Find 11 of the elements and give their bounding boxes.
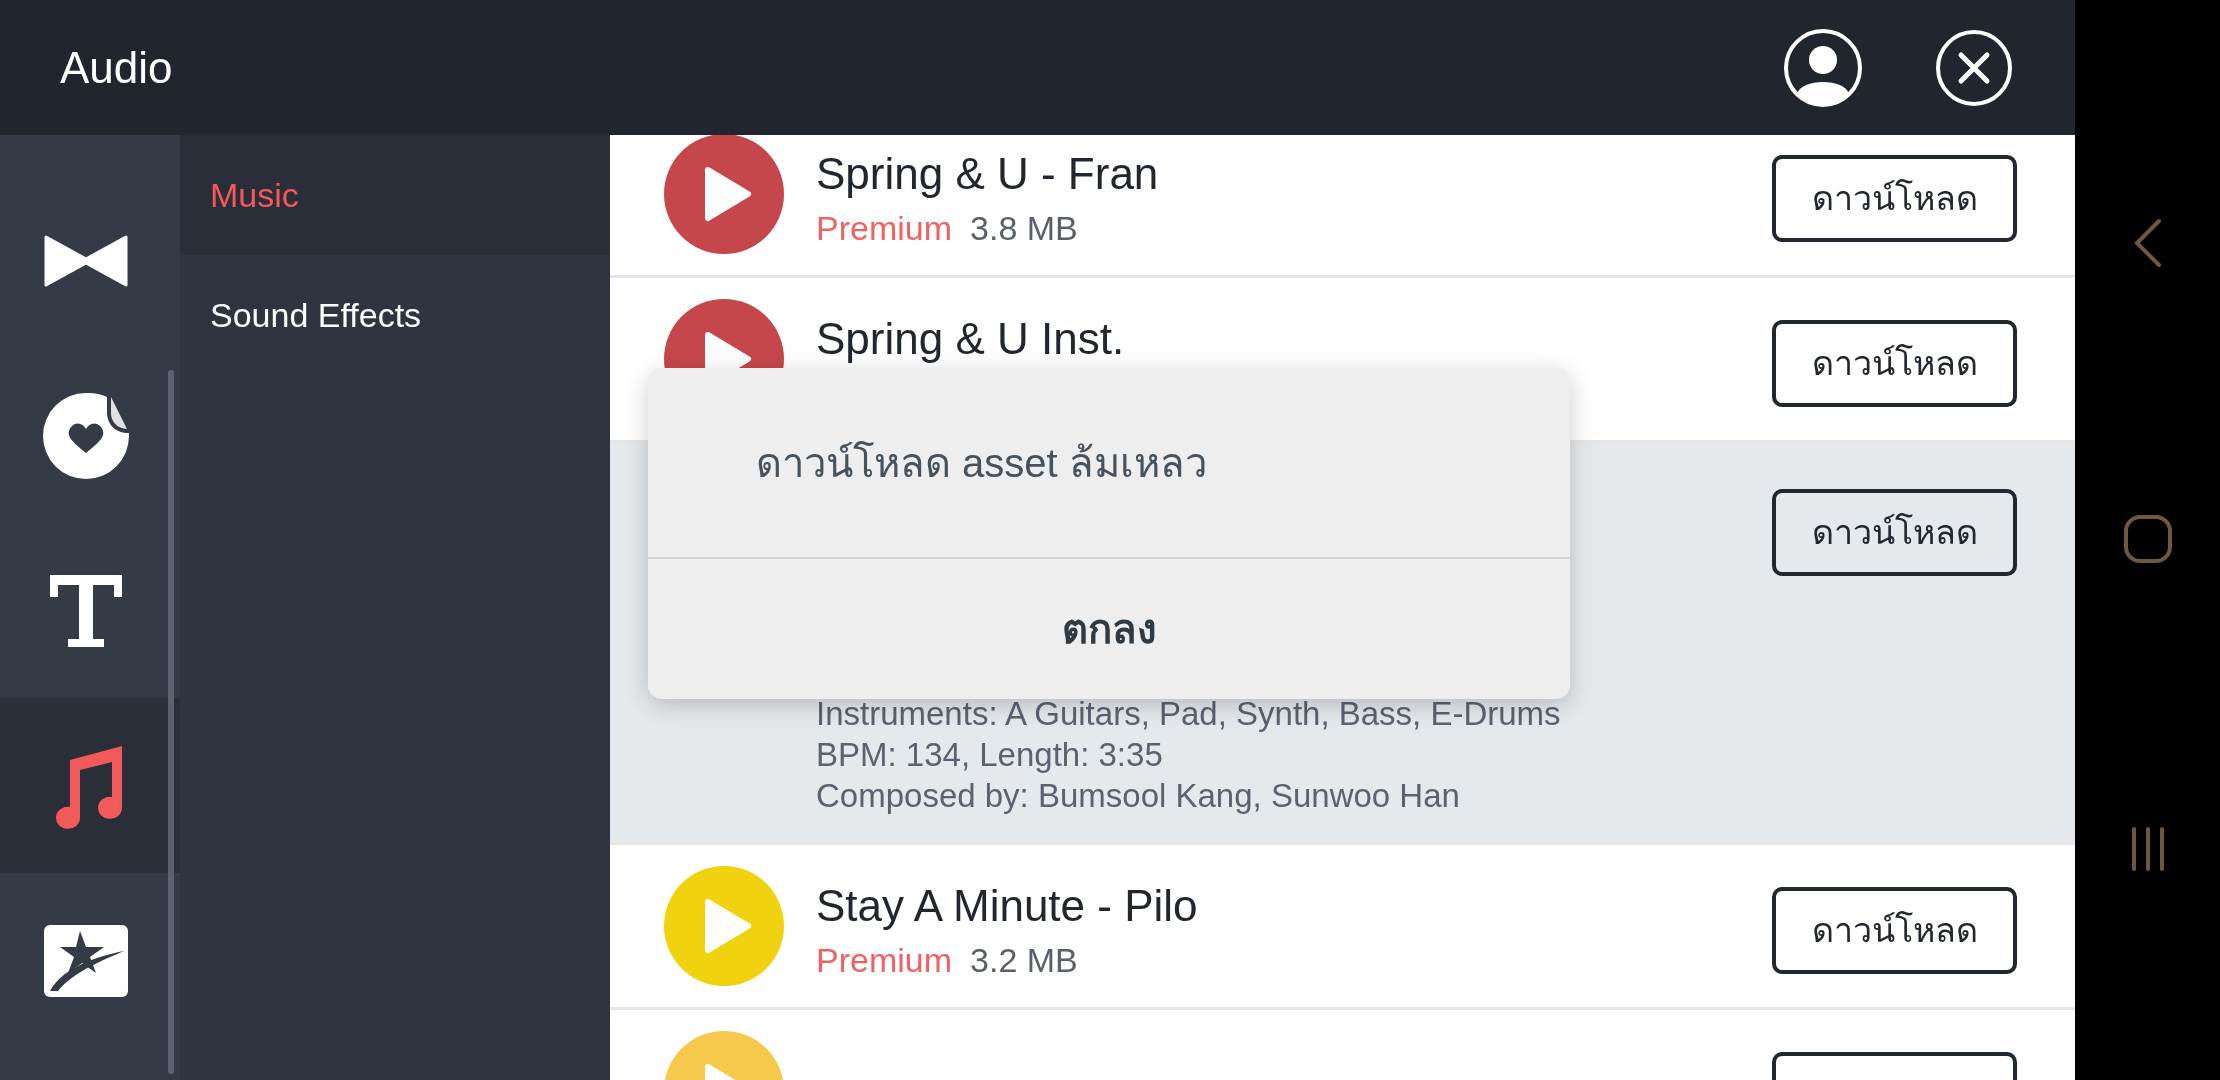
track-title: Spring & U Inst. <box>816 313 1126 365</box>
track-title: Spring & U - Fran <box>816 148 1160 200</box>
screen-title: Audio <box>60 41 174 94</box>
file-size: 3.2 MB <box>970 940 1078 981</box>
track-description: Composed by: Bumsool Kang, Sunwoo Han <box>816 776 1461 816</box>
premium-label: Premium <box>816 208 953 249</box>
track-description: BPM: 134, Length: 3:35 <box>816 735 1164 775</box>
premium-label: Premium <box>816 940 953 981</box>
file-size: 3.8 MB <box>970 208 1078 249</box>
track-title: Stay A Minute - Pilo <box>816 880 1199 932</box>
track-description: Instruments: A Guitars, Pad, Synth, Bass, E-Drums <box>816 694 1562 734</box>
